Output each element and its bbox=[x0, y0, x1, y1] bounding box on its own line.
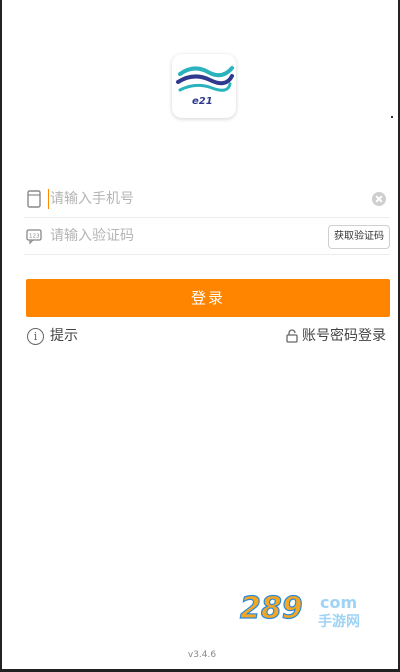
svg-text:123: 123 bbox=[29, 234, 40, 240]
text-cursor bbox=[48, 189, 49, 209]
tip-label: 提示 bbox=[50, 328, 78, 344]
lock-icon bbox=[286, 329, 298, 343]
phone-input[interactable] bbox=[50, 189, 350, 209]
phone-icon bbox=[27, 190, 41, 208]
tip-link[interactable]: i 提示 bbox=[27, 326, 78, 346]
watermark-number: 289 bbox=[240, 591, 303, 626]
login-button[interactable]: 登录 bbox=[26, 279, 390, 317]
account-login-link[interactable]: 账号密码登录 bbox=[286, 326, 386, 346]
version-label: v3.4.6 bbox=[187, 650, 217, 660]
account-login-label: 账号密码登录 bbox=[302, 328, 386, 344]
code-row: 123 获取验证码 bbox=[24, 218, 390, 255]
get-code-button[interactable]: 获取验证码 bbox=[328, 225, 390, 249]
watermark-text: 手游网 bbox=[318, 613, 360, 630]
logo-text: e21 bbox=[192, 96, 213, 107]
app-logo: e21 bbox=[172, 54, 236, 118]
phone-row bbox=[24, 181, 390, 218]
code-input[interactable] bbox=[50, 226, 310, 246]
watermark-suffix: com bbox=[320, 593, 357, 612]
logo-waves-icon: e21 bbox=[176, 66, 234, 107]
watermark-logo: 289 com 手游网 bbox=[239, 590, 360, 630]
info-icon: i bbox=[27, 327, 44, 345]
clear-icon[interactable] bbox=[372, 192, 386, 206]
stray-dot bbox=[391, 116, 393, 118]
sms-code-icon: 123 bbox=[26, 229, 42, 245]
app-screen: e21 123 获取验证码 登录 i 提示 账号密码登录 289 com 手游网 bbox=[0, 0, 400, 672]
